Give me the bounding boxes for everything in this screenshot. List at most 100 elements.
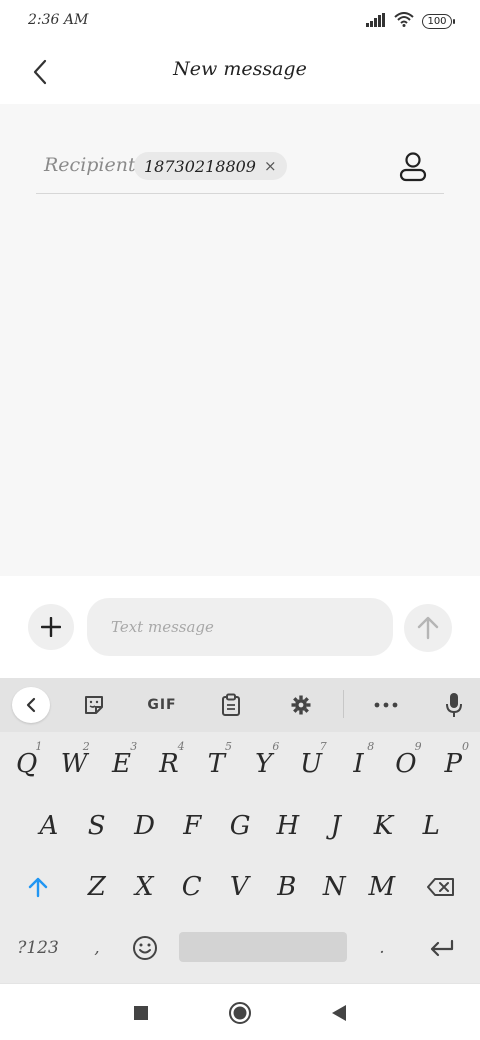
system-navigation-bar [0,983,480,1040]
recipient-label: Recipient: [44,154,143,176]
key-a[interactable]: A [25,796,73,856]
back-nav-button[interactable] [322,996,356,1030]
keyboard-settings-button[interactable] [281,688,321,722]
clipboard-button[interactable] [211,688,251,722]
key-label: Y [255,749,273,779]
period-key[interactable]: . [356,918,408,978]
compose-bar [0,576,480,678]
key-hint: 8 [367,740,375,753]
key-hint: 4 [177,740,185,753]
key-hint: 1 [35,740,43,753]
key-label: J [330,811,341,841]
contacts-button[interactable] [396,150,430,184]
keyboard-row-2: ASDFGHJ KL [0,796,480,856]
symbols-key[interactable]: ?123 [10,918,66,978]
key-hint: 7 [319,740,327,753]
microphone-icon [446,693,462,717]
key-label: V [229,872,249,902]
backspace-icon [427,878,454,896]
keyboard: GIF Q 1 W 2 E 3 R 4 T 5 Y 6 U 7 I 8 O 9 … [0,678,480,983]
send-button[interactable] [404,604,452,652]
key-hint: 2 [82,740,90,753]
gear-icon [291,695,311,715]
clipboard-icon [222,693,240,716]
key-n[interactable]: N [311,857,359,917]
key-p[interactable]: P0 [430,734,477,794]
key-label: C [181,872,202,902]
key-t[interactable]: T5 [193,734,240,794]
key-r[interactable]: R4 [145,734,192,794]
gif-button[interactable]: GIF [142,688,182,722]
key-label: Z [87,872,106,902]
key-k[interactable]: K [360,796,408,856]
home-button[interactable] [223,996,257,1030]
recents-button[interactable] [124,996,158,1030]
shift-arrow-icon [28,877,48,898]
backspace-key[interactable] [412,857,470,917]
key-o[interactable]: O9 [382,734,429,794]
key-f[interactable]: F [168,796,216,856]
message-input[interactable] [87,598,393,656]
keyboard-row-3: ZXCVBNM [0,857,480,917]
key-v[interactable]: V [216,857,264,917]
key-label: U [300,749,323,779]
voice-input-button[interactable] [434,688,474,722]
signal-icon [366,12,386,31]
chevron-left-icon [26,697,36,713]
key-hint: 9 [414,740,422,753]
circle-icon [229,1002,251,1024]
keyboard-collapse-button[interactable] [12,687,50,723]
person-icon [399,152,427,182]
key-label: G [229,811,251,841]
key-l[interactable]: L [407,796,455,856]
more-horizontal-icon [374,702,398,708]
gif-label: GIF [147,697,177,713]
comma-key[interactable]: , [70,918,124,978]
key-label: L [422,811,440,841]
add-attachment-button[interactable] [28,604,74,650]
key-x[interactable]: X [121,857,169,917]
key-z[interactable]: Z [73,857,121,917]
key-label: R [159,749,179,779]
key-w[interactable]: W2 [50,734,97,794]
more-options-button[interactable] [366,688,406,722]
key-i[interactable]: I8 [335,734,382,794]
key-h[interactable]: H [264,796,312,856]
recipient-chip[interactable]: 18730218809 × [134,152,287,180]
key-hint: 6 [272,740,280,753]
recipient-row[interactable]: Recipient: 18730218809 × [36,144,444,194]
remove-recipient-button[interactable]: × [264,157,277,175]
key-label: K [373,811,394,841]
key-label: S [87,811,106,841]
sticker-icon [85,696,103,714]
key-u[interactable]: U7 [287,734,334,794]
arrow-up-icon [417,616,439,640]
key-label: Q [16,749,38,779]
enter-key[interactable] [414,918,470,978]
square-icon [134,1006,148,1020]
emoji-key[interactable] [122,918,168,978]
key-hint: 5 [224,740,232,753]
key-label: F [183,811,202,841]
key-g[interactable]: G [216,796,264,856]
key-b[interactable]: B [263,857,311,917]
sticker-button[interactable] [74,688,114,722]
key-c[interactable]: C [168,857,216,917]
wifi-icon [394,12,414,31]
enter-icon [430,939,454,957]
key-label: X [134,872,154,902]
spacebar[interactable] [179,932,347,962]
key-label: H [276,811,300,841]
key-q[interactable]: Q1 [3,734,50,794]
shift-key[interactable] [10,857,66,917]
key-label: M [368,872,396,902]
key-s[interactable]: S [73,796,121,856]
key-label: B [277,872,297,902]
key-e[interactable]: E3 [98,734,145,794]
key-hint: 0 [461,740,469,753]
key-m[interactable]: M [358,857,406,917]
key-d[interactable]: D [121,796,169,856]
toolbar-divider [343,690,344,718]
key-j[interactable]: J [312,796,360,856]
key-y[interactable]: Y6 [240,734,287,794]
